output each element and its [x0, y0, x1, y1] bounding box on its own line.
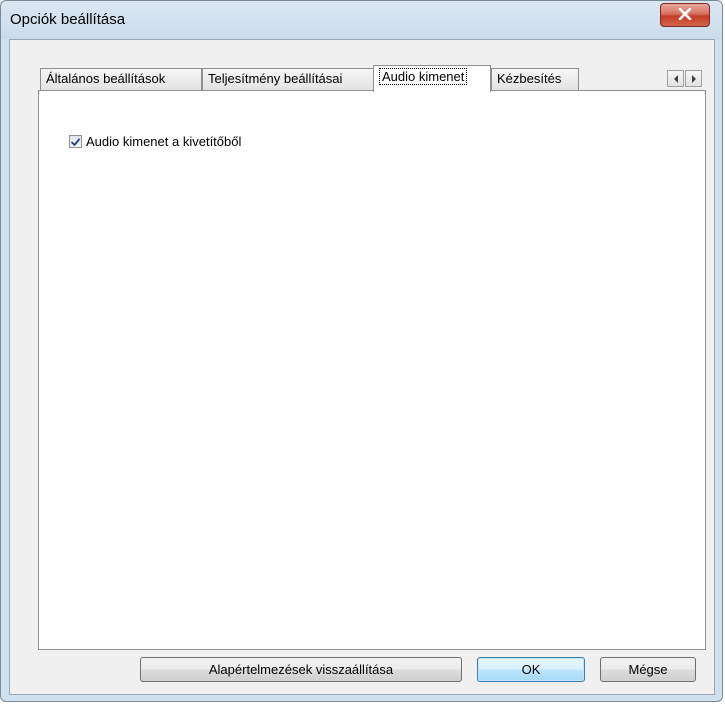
reset-defaults-button[interactable]: Alapértelmezések visszaállítása — [140, 657, 462, 682]
tab-general-settings[interactable]: Általános beállítások — [40, 68, 202, 90]
chevron-left-icon — [673, 72, 679, 86]
tab-panel-audio-output: Audio kimenet a kivetítőből — [38, 90, 706, 650]
tab-label: Általános beállítások — [46, 71, 166, 86]
tab-delivery[interactable]: Kézbesítés — [491, 68, 579, 90]
title-bar[interactable]: Opciók beállítása — [1, 1, 722, 39]
tab-audio-output[interactable]: Audio kimenet — [373, 65, 491, 92]
tab-label: Audio kimenet — [379, 68, 468, 85]
tab-performance-settings[interactable]: Teljesítmény beállításai — [202, 68, 374, 90]
tab-scroll-right-button[interactable] — [685, 70, 702, 87]
audio-output-checkbox-label: Audio kimenet a kivetítőből — [86, 134, 242, 149]
window-title: Opciók beállítása — [10, 11, 126, 28]
close-icon — [678, 7, 692, 23]
checkmark-icon — [70, 136, 81, 151]
cancel-button[interactable]: Mégse — [600, 657, 696, 682]
tab-label: Teljesítmény beállításai — [208, 71, 343, 86]
dialog-window: Opciók beállítása Általános beállítások … — [0, 0, 723, 702]
ok-button[interactable]: OK — [477, 657, 585, 682]
tab-label: Kézbesítés — [497, 71, 562, 86]
chevron-right-icon — [691, 72, 697, 86]
audio-output-checkbox[interactable] — [69, 135, 82, 148]
audio-output-option[interactable]: Audio kimenet a kivetítőből — [69, 134, 241, 149]
tab-scroll-left-button[interactable] — [667, 70, 684, 87]
dialog-client-area: Általános beállítások Teljesítmény beáll… — [9, 39, 715, 695]
tab-scroll-arrows — [667, 70, 703, 87]
close-button[interactable] — [660, 3, 710, 27]
